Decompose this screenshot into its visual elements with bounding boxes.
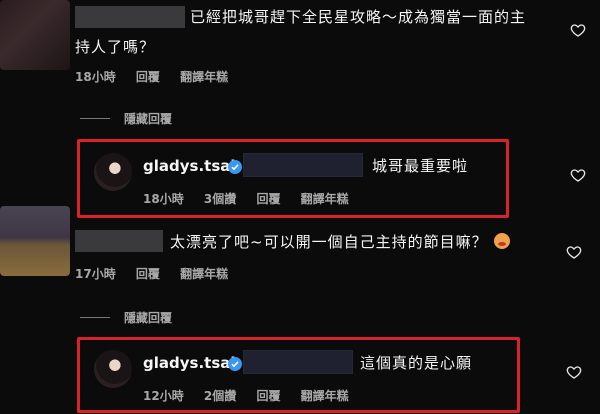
reply-username[interactable]: gladys.tsai — [143, 157, 236, 175]
likes-count[interactable]: 2個讚 — [204, 389, 236, 403]
reply-avatar[interactable] — [94, 153, 132, 191]
translate-button[interactable]: 翻譯年糕 — [301, 192, 349, 206]
reply-text: 城哥最重要啦 — [372, 157, 469, 175]
comment-text: 已經把城哥趕下全民星攻略～成為獨當一面的主 — [190, 8, 527, 26]
verified-icon — [228, 160, 242, 174]
commenter-avatar[interactable] — [0, 206, 70, 276]
reply-avatar[interactable] — [94, 350, 132, 388]
reply-button[interactable]: 回覆 — [136, 267, 160, 281]
flushed-face-emoji-icon — [493, 233, 510, 249]
reply-time: 12小時 — [143, 389, 184, 403]
hide-replies-button[interactable]: 隱藏回覆 — [80, 309, 172, 326]
verified-icon — [228, 357, 242, 371]
comment-text-cont: 持人了嗎？ — [75, 38, 156, 56]
redacted-mention — [243, 153, 363, 177]
translate-button[interactable]: 翻譯年糕 — [180, 267, 228, 281]
reply-text: 這個真的是心願 — [360, 354, 473, 372]
heart-icon[interactable] — [570, 167, 586, 183]
comment-time: 17小時 — [75, 267, 116, 281]
heart-icon[interactable] — [566, 364, 582, 380]
reply-meta: 18小時 3個讚 回覆 翻譯年糕 — [143, 190, 365, 207]
reply-username[interactable]: gladys.tsai — [143, 354, 236, 372]
likes-count[interactable]: 3個讚 — [204, 192, 236, 206]
redacted-mention — [243, 350, 353, 374]
translate-button[interactable]: 翻譯年糕 — [180, 70, 228, 84]
reply-time: 18小時 — [143, 192, 184, 206]
reply-button[interactable]: 回覆 — [136, 70, 160, 84]
redacted-username — [75, 230, 163, 252]
comment-meta: 17小時 回覆 翻譯年糕 — [75, 265, 244, 282]
divider-line — [80, 317, 110, 318]
reply-meta: 12小時 2個讚 回覆 翻譯年糕 — [143, 387, 365, 404]
commenter-avatar[interactable] — [0, 0, 70, 70]
redacted-username — [75, 6, 185, 28]
heart-icon[interactable] — [566, 244, 582, 260]
comment-meta: 18小時 回覆 翻譯年糕 — [75, 68, 244, 85]
reply-button[interactable]: 回覆 — [256, 389, 280, 403]
comment-text: 太漂亮了吧~可以開一個自己主持的節目嘛？ — [170, 229, 510, 255]
comment-text-body: 太漂亮了吧~可以開一個自己主持的節目嘛？ — [170, 233, 488, 251]
divider-line — [80, 118, 110, 119]
reply-button[interactable]: 回覆 — [256, 192, 280, 206]
comment-time: 18小時 — [75, 70, 116, 84]
hide-replies-label: 隱藏回覆 — [124, 311, 173, 325]
hide-replies-label: 隱藏回覆 — [124, 112, 173, 126]
translate-button[interactable]: 翻譯年糕 — [301, 389, 349, 403]
hide-replies-button[interactable]: 隱藏回覆 — [80, 110, 172, 127]
heart-icon[interactable] — [570, 22, 586, 38]
